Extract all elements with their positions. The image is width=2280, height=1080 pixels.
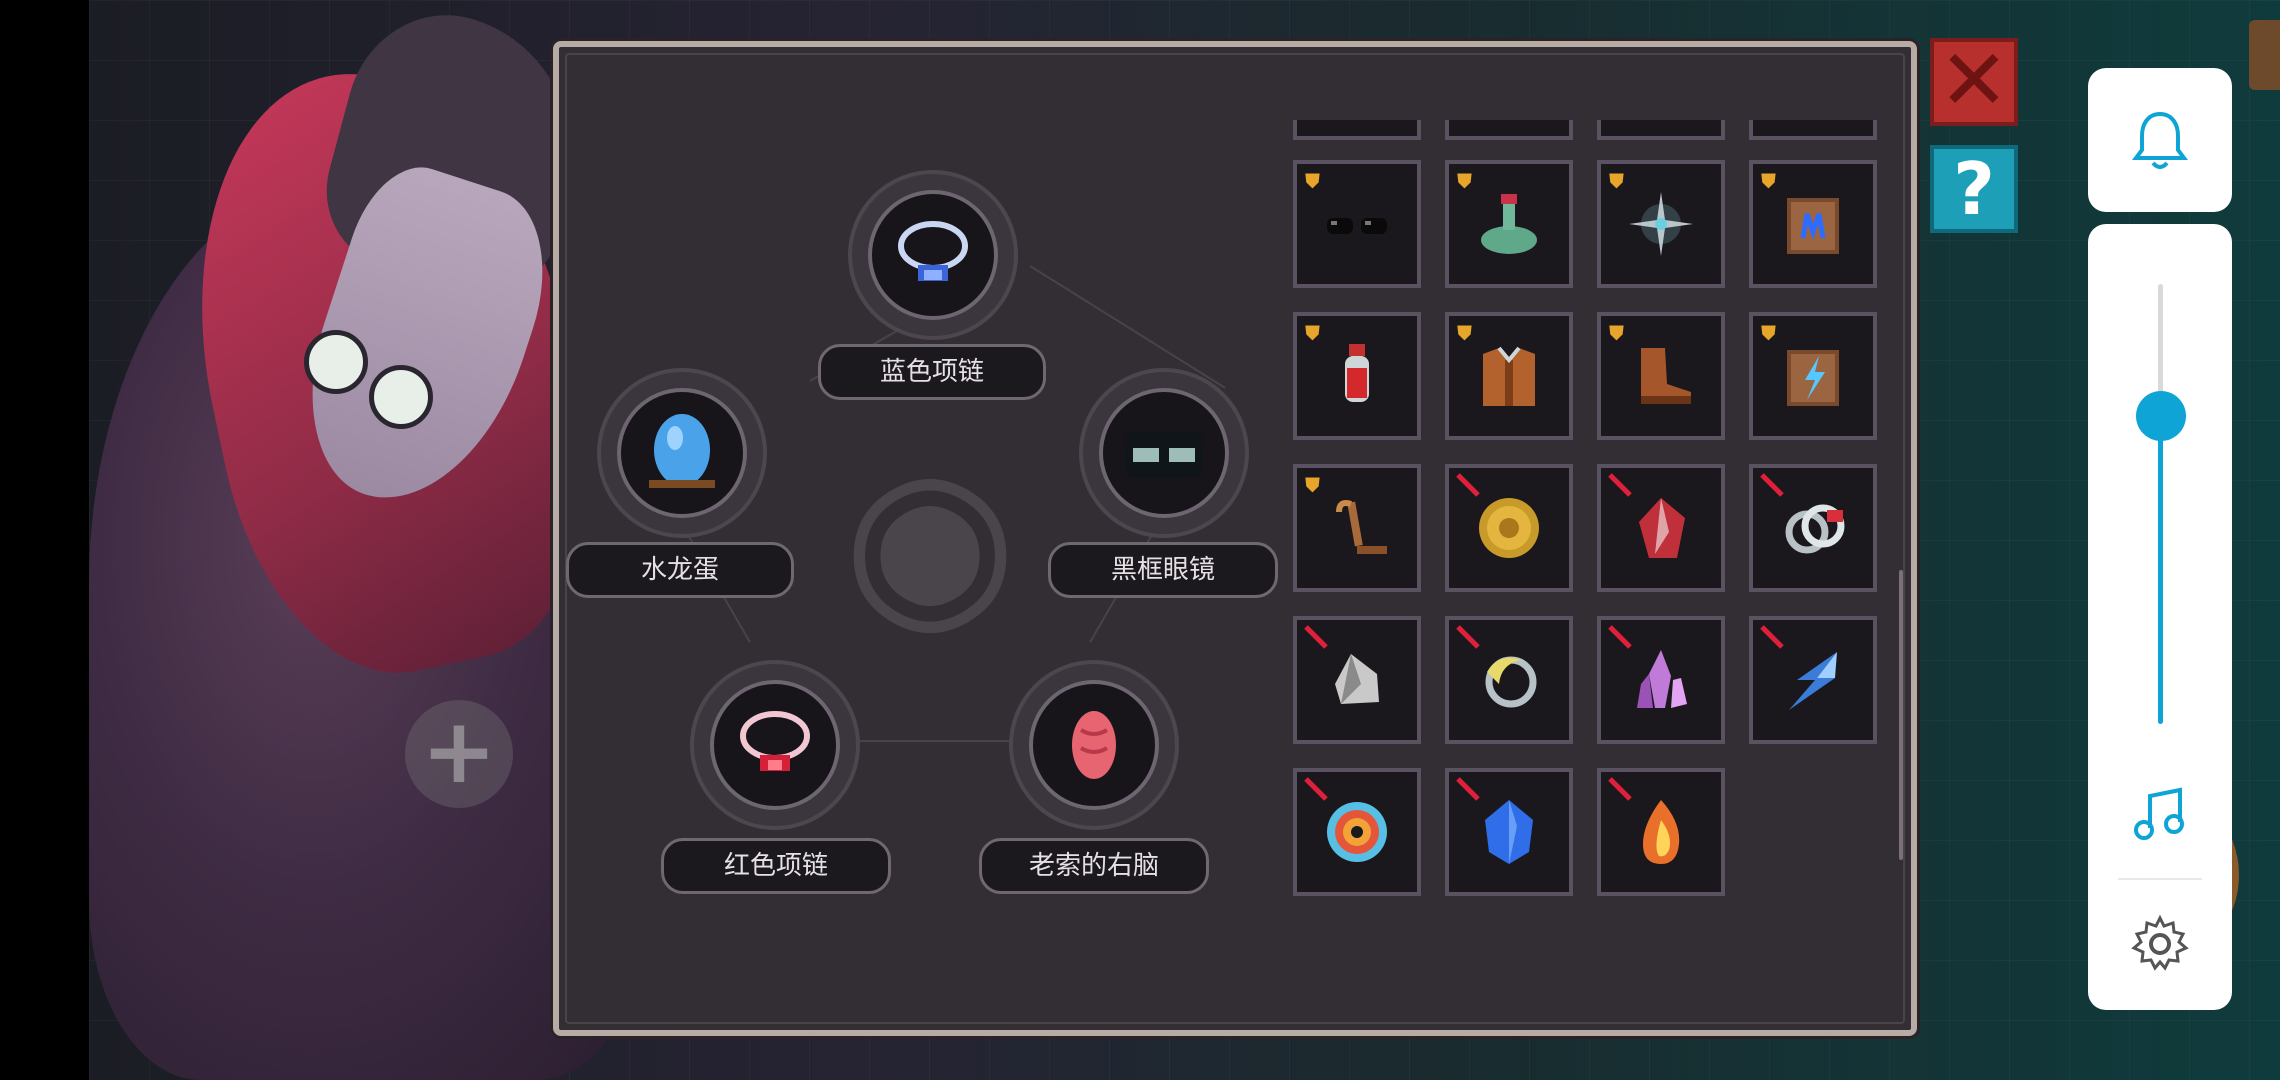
volume-slider-knob[interactable] bbox=[2136, 391, 2186, 441]
blue-gem-icon bbox=[1485, 800, 1533, 864]
item-cell[interactable] bbox=[1445, 616, 1573, 744]
locked-mark-icon bbox=[1304, 777, 1328, 801]
close-button[interactable]: ✕ bbox=[1930, 38, 2018, 126]
item-cell[interactable] bbox=[1597, 616, 1725, 744]
fire-gem-icon bbox=[1643, 800, 1680, 864]
item-cell[interactable]: ⛊ bbox=[1445, 160, 1573, 288]
slot-right[interactable] bbox=[1079, 368, 1249, 538]
music-note-icon[interactable] bbox=[2130, 784, 2190, 844]
owned-shield-icon: ⛊ bbox=[1761, 321, 1776, 345]
help-button[interactable]: ? bbox=[1930, 145, 2018, 233]
item-cell bbox=[1293, 120, 1421, 140]
purple-crystal-icon bbox=[1637, 650, 1687, 708]
add-button[interactable]: + bbox=[405, 700, 513, 808]
locked-mark-icon bbox=[1608, 777, 1632, 801]
target-icon bbox=[1327, 802, 1387, 862]
blue-bolt-icon bbox=[1789, 652, 1837, 710]
item-cell[interactable]: ⛊ bbox=[1749, 312, 1877, 440]
item-cell[interactable] bbox=[1445, 768, 1573, 896]
locked-mark-icon bbox=[1760, 473, 1784, 497]
volume-card bbox=[2088, 224, 2232, 1010]
red-potion-icon bbox=[1345, 344, 1369, 402]
item-cell[interactable] bbox=[1597, 768, 1725, 896]
owned-shield-icon: ⛊ bbox=[1305, 321, 1320, 345]
item-cell bbox=[1749, 120, 1877, 140]
item-grid[interactable]: ⛊ ⛊ ⛊ ⛊ ⛊ ⛊ ⛊ ⛊ ⛊ bbox=[1290, 120, 1890, 900]
item-cell[interactable]: ⛊ bbox=[1445, 312, 1573, 440]
item-cell[interactable] bbox=[1293, 616, 1421, 744]
slot-bottom-right-label: 老索的右脑 bbox=[979, 838, 1209, 894]
item-cell[interactable]: ⛊ bbox=[1293, 160, 1421, 288]
owned-shield-icon: ⛊ bbox=[1305, 169, 1320, 193]
leather-vest-icon bbox=[1483, 346, 1535, 406]
black-glasses-icon bbox=[1327, 218, 1387, 234]
water-dragon-egg-icon bbox=[617, 388, 747, 518]
slot-left-label: 水龙蛋 bbox=[566, 542, 794, 598]
eye-sigil-icon: ◉ bbox=[842, 423, 1018, 656]
moon-ring-icon bbox=[1485, 656, 1537, 708]
owned-shield-icon: ⛊ bbox=[1457, 321, 1472, 345]
green-snake-icon bbox=[1481, 194, 1537, 254]
slot-bottom-left[interactable] bbox=[690, 660, 860, 830]
item-cell[interactable] bbox=[1597, 464, 1725, 592]
item-cell[interactable]: ⛊ bbox=[1293, 464, 1421, 592]
owned-shield-icon: ⛊ bbox=[1457, 169, 1472, 193]
slot-right-label: 黑框眼镜 bbox=[1048, 542, 1278, 598]
gold-coin-icon bbox=[1479, 498, 1539, 558]
locked-mark-icon bbox=[1456, 777, 1480, 801]
lightning-scroll-icon bbox=[1787, 350, 1839, 406]
slot-top[interactable] bbox=[848, 170, 1018, 340]
item-cell[interactable] bbox=[1293, 768, 1421, 896]
locked-mark-icon bbox=[1304, 625, 1328, 649]
right-brain-icon bbox=[1029, 680, 1159, 810]
volume-fill bbox=[2158, 416, 2163, 724]
locked-mark-icon bbox=[1456, 625, 1480, 649]
locked-mark-icon bbox=[1760, 625, 1784, 649]
item-cell[interactable] bbox=[1749, 616, 1877, 744]
item-cell[interactable]: ⛊ bbox=[1597, 312, 1725, 440]
locked-mark-icon bbox=[1456, 473, 1480, 497]
boot-icon bbox=[1641, 348, 1691, 404]
blue-necklace-icon bbox=[868, 190, 998, 320]
slot-bottom-right[interactable] bbox=[1009, 660, 1179, 830]
owned-shield-icon: ⛊ bbox=[1761, 169, 1776, 193]
blue-scroll-icon bbox=[1787, 198, 1839, 254]
locked-mark-icon bbox=[1608, 473, 1632, 497]
red-crystal-icon bbox=[1639, 498, 1685, 558]
grid-scrollbar[interactable] bbox=[1899, 570, 1903, 860]
bell-icon bbox=[2132, 111, 2188, 169]
locked-mark-icon bbox=[1608, 625, 1632, 649]
item-cell bbox=[1445, 120, 1573, 140]
slot-left[interactable] bbox=[597, 368, 767, 538]
item-cell bbox=[1597, 120, 1725, 140]
item-cell[interactable] bbox=[1445, 464, 1573, 592]
red-necklace-icon bbox=[710, 680, 840, 810]
character-glasses-left bbox=[304, 330, 368, 394]
item-cell[interactable]: ⛊ bbox=[1293, 312, 1421, 440]
owned-shield-icon: ⛊ bbox=[1305, 473, 1320, 497]
star-compass-icon bbox=[1629, 192, 1693, 256]
treasure-chest-icon bbox=[2249, 20, 2280, 90]
character-glasses-right bbox=[369, 365, 433, 429]
item-cell[interactable]: ⛊ bbox=[1749, 160, 1877, 288]
slot-bottom-left-label: 红色项链 bbox=[661, 838, 891, 894]
black-frame-glasses-icon bbox=[1099, 388, 1229, 518]
item-cell[interactable]: ⛊ bbox=[1597, 160, 1725, 288]
item-cell[interactable] bbox=[1749, 464, 1877, 592]
notification-card[interactable] bbox=[2088, 68, 2232, 212]
slot-top-label: 蓝色项链 bbox=[818, 344, 1046, 400]
wooden-cane-icon bbox=[1336, 500, 1387, 554]
settings-gear-icon[interactable] bbox=[2130, 914, 2190, 974]
white-stone-icon bbox=[1335, 654, 1379, 704]
volume-divider bbox=[2118, 878, 2202, 880]
owned-shield-icon: ⛊ bbox=[1609, 321, 1624, 345]
owned-shield-icon: ⛊ bbox=[1609, 169, 1624, 193]
silver-rings-icon bbox=[1785, 504, 1845, 554]
